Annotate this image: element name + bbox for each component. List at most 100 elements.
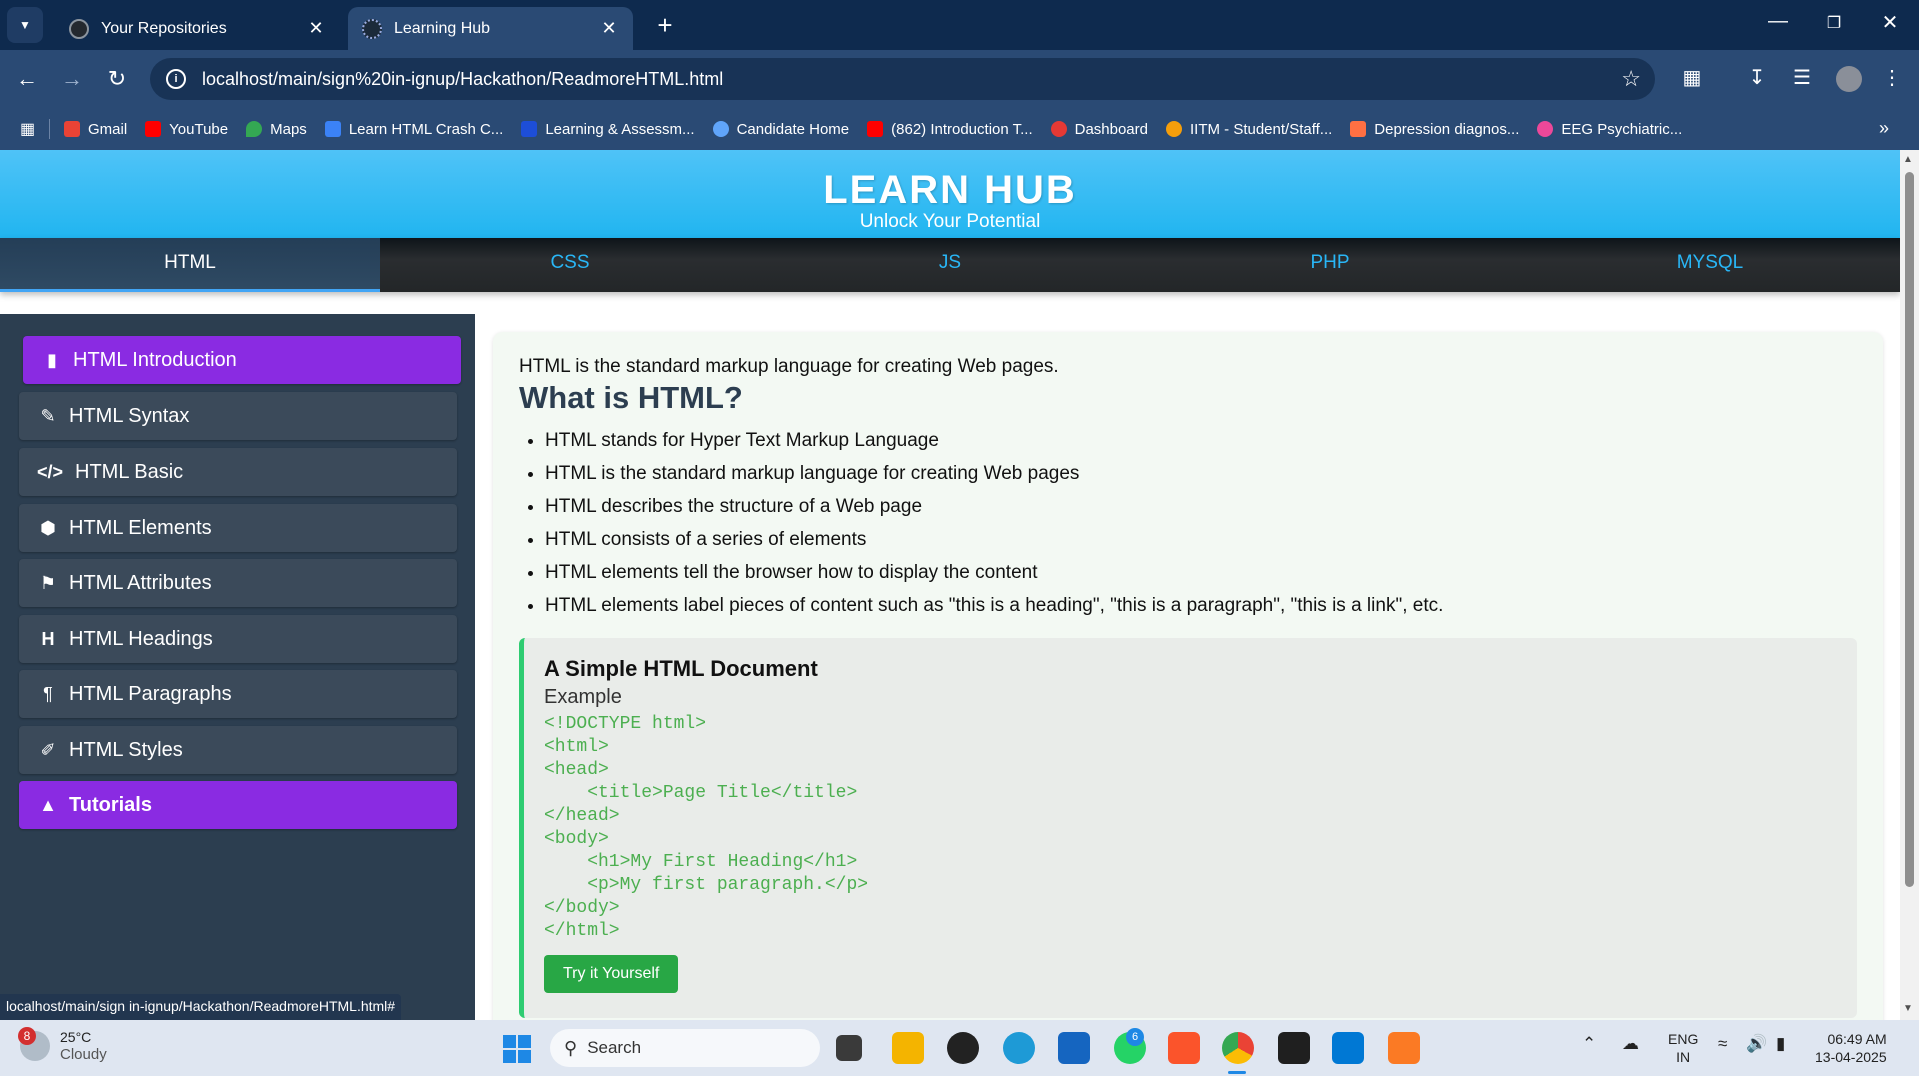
store-icon[interactable] <box>1058 1032 1090 1064</box>
browser-tab[interactable]: Your Repositories ✕ <box>55 7 340 50</box>
nav-css[interactable]: CSS <box>380 238 760 292</box>
bookmark-depression[interactable]: Depression diagnos... <box>1350 121 1519 138</box>
browser-tab-bar: ▼ Your Repositories ✕ Learning Hub ✕ + —… <box>0 0 1919 50</box>
weather-widget[interactable]: 8 25°C Cloudy <box>18 1027 107 1064</box>
extensions-icon[interactable]: ▦ <box>1677 65 1707 90</box>
sidebar-item-html-attributes[interactable]: ⚑ HTML Attributes <box>19 559 457 607</box>
close-icon[interactable]: ✕ <box>599 18 619 39</box>
menu-kebab-icon[interactable]: ⋮ <box>1877 65 1907 90</box>
scroll-up-icon[interactable]: ▲ <box>1903 154 1913 165</box>
wifi-icon[interactable]: ≈ <box>1718 1034 1727 1054</box>
tab-search-button[interactable]: ▼ <box>7 7 43 43</box>
back-icon[interactable]: ← <box>12 64 42 94</box>
tab-title: Learning Hub <box>394 19 491 37</box>
onedrive-offline-icon[interactable]: ☁ <box>1622 1034 1639 1054</box>
windows-start-icon[interactable] <box>503 1035 531 1063</box>
forward-icon[interactable]: → <box>57 64 87 94</box>
sidebar: ▮ HTML Introduction ✎ HTML Syntax </> HT… <box>0 314 475 1020</box>
sidebar-item-html-elements[interactable]: ⬢ HTML Elements <box>19 504 457 552</box>
reload-icon[interactable]: ↻ <box>102 64 132 94</box>
apps-grid-icon[interactable]: ▦ <box>20 119 50 139</box>
bookmark-gmail[interactable]: Gmail <box>64 121 127 138</box>
try-it-yourself-button[interactable]: Try it Yourself <box>544 955 679 993</box>
sidebar-item-label: HTML Elements <box>69 516 212 539</box>
youtube-icon <box>145 121 162 137</box>
site-info-icon[interactable]: i <box>166 69 186 89</box>
site-title: LEARN HUB <box>823 168 1077 212</box>
bookmark-dashboard[interactable]: Dashboard <box>1050 121 1148 138</box>
bookmark-label: IITM - Student/Staff... <box>1190 120 1333 138</box>
nav-mysql[interactable]: MYSQL <box>1520 238 1900 292</box>
paragraph-icon: ¶ <box>43 683 53 704</box>
bookmark-youtube[interactable]: YouTube <box>145 121 228 138</box>
brush-icon: ✐ <box>40 739 56 760</box>
page-viewport: LEARN HUB Unlock Your Potential HTML CSS… <box>0 150 1900 1020</box>
nav-php[interactable]: PHP <box>1140 238 1520 292</box>
bookmark-maps[interactable]: Maps <box>246 121 307 138</box>
date: 13-04-2025 <box>1815 1049 1887 1065</box>
list-item: HTML elements label pieces of content su… <box>545 589 1857 622</box>
whatsapp-badge: 6 <box>1126 1028 1144 1046</box>
taskbar-search[interactable]: ⚲ Search <box>550 1029 820 1067</box>
bookmark-eeg[interactable]: EEG Psychiatric... <box>1537 121 1682 138</box>
sidebar-item-html-introduction[interactable]: ▮ HTML Introduction <box>23 336 461 384</box>
profile-avatar[interactable] <box>1836 66 1862 92</box>
new-tab-button[interactable]: + <box>650 10 680 41</box>
close-icon[interactable]: ✕ <box>306 18 326 39</box>
nav-js[interactable]: JS <box>760 238 1140 292</box>
file-explorer-icon[interactable] <box>892 1032 924 1064</box>
bookmark-star-icon[interactable]: ☆ <box>1621 66 1641 92</box>
code-icon: </> <box>37 461 64 482</box>
dell-icon[interactable] <box>947 1032 979 1064</box>
scrollbar-thumb[interactable] <box>1905 172 1914 887</box>
url-text[interactable]: localhost/main/sign%20in-ignup/Hackathon… <box>202 69 1621 90</box>
sidebar-item-html-headings[interactable]: H HTML Headings <box>19 615 457 663</box>
browser-tab-active[interactable]: Learning Hub ✕ <box>348 7 633 50</box>
sidebar-item-label: HTML Basic <box>75 460 184 483</box>
chevron-right-icon[interactable]: » <box>1879 118 1889 139</box>
minimize-icon[interactable]: — <box>1758 10 1798 33</box>
sidebar-item-html-syntax[interactable]: ✎ HTML Syntax <box>19 392 457 440</box>
nav-html[interactable]: HTML <box>0 238 380 292</box>
sidebar-item-html-basic[interactable]: </> HTML Basic <box>19 448 457 496</box>
sidebar-item-html-styles[interactable]: ✐ HTML Styles <box>19 726 457 774</box>
edge-icon[interactable] <box>1003 1032 1035 1064</box>
download-icon[interactable]: ↧ <box>1742 65 1772 90</box>
learning-hub-favicon-icon <box>362 18 382 39</box>
restore-icon[interactable]: ❐ <box>1814 13 1854 33</box>
bookmark-learn-html[interactable]: Learn HTML Crash C... <box>324 121 503 138</box>
bookmark-iitm[interactable]: IITM - Student/Staff... <box>1166 121 1332 138</box>
page-scrollbar[interactable]: ▲ ▼ <box>1900 150 1919 1020</box>
chrome-icon[interactable] <box>1222 1032 1254 1064</box>
vscode-icon[interactable] <box>1332 1032 1364 1064</box>
volume-icon[interactable]: 🔊 <box>1746 1034 1767 1054</box>
example-title: A Simple HTML Document <box>544 656 818 681</box>
close-window-icon[interactable]: ✕ <box>1870 10 1910 35</box>
bookmark-introduction[interactable]: (862) Introduction T... <box>867 121 1033 138</box>
sidebar-item-label: HTML Styles <box>69 738 183 761</box>
scroll-down-icon[interactable]: ▼ <box>1903 1003 1913 1014</box>
xampp-icon[interactable] <box>1388 1032 1420 1064</box>
weather-condition: Cloudy <box>60 1046 107 1063</box>
task-view-icon[interactable] <box>836 1035 862 1061</box>
list-item: HTML describes the structure of a Web pa… <box>545 490 1857 523</box>
clock[interactable]: 06:49 AM 13-04-2025 <box>1815 1030 1887 1066</box>
media-control-icon[interactable]: ☰ <box>1787 65 1817 90</box>
sidebar-item-tutorials[interactable]: ▲ Tutorials <box>19 781 457 829</box>
chevron-down-icon: ▼ <box>19 18 31 32</box>
sidebar-item-html-paragraphs[interactable]: ¶ HTML Paragraphs <box>19 670 457 718</box>
intro-text: HTML is the standard markup language for… <box>519 356 1059 377</box>
brave-icon[interactable] <box>1168 1032 1200 1064</box>
chevron-up-icon[interactable]: ⌃ <box>1582 1034 1596 1054</box>
edit-icon: ✎ <box>40 405 56 426</box>
address-bar[interactable]: i localhost/main/sign%20in-ignup/Hackath… <box>150 58 1655 100</box>
bookmark-candidate-home[interactable]: Candidate Home <box>712 121 849 138</box>
bookmark-learning-assessment[interactable]: Learning & Assessm... <box>521 120 695 138</box>
battery-icon[interactable]: ▮ <box>1776 1034 1785 1054</box>
terminal-icon[interactable] <box>1278 1032 1310 1064</box>
top-navigation: HTML CSS JS PHP MYSQL <box>0 238 1900 292</box>
active-app-indicator <box>1228 1071 1246 1074</box>
language-indicator[interactable]: ENG IN <box>1668 1030 1698 1066</box>
sidebar-item-label: HTML Paragraphs <box>69 682 232 705</box>
bookmark-label: Learning & Assessm... <box>545 120 695 138</box>
